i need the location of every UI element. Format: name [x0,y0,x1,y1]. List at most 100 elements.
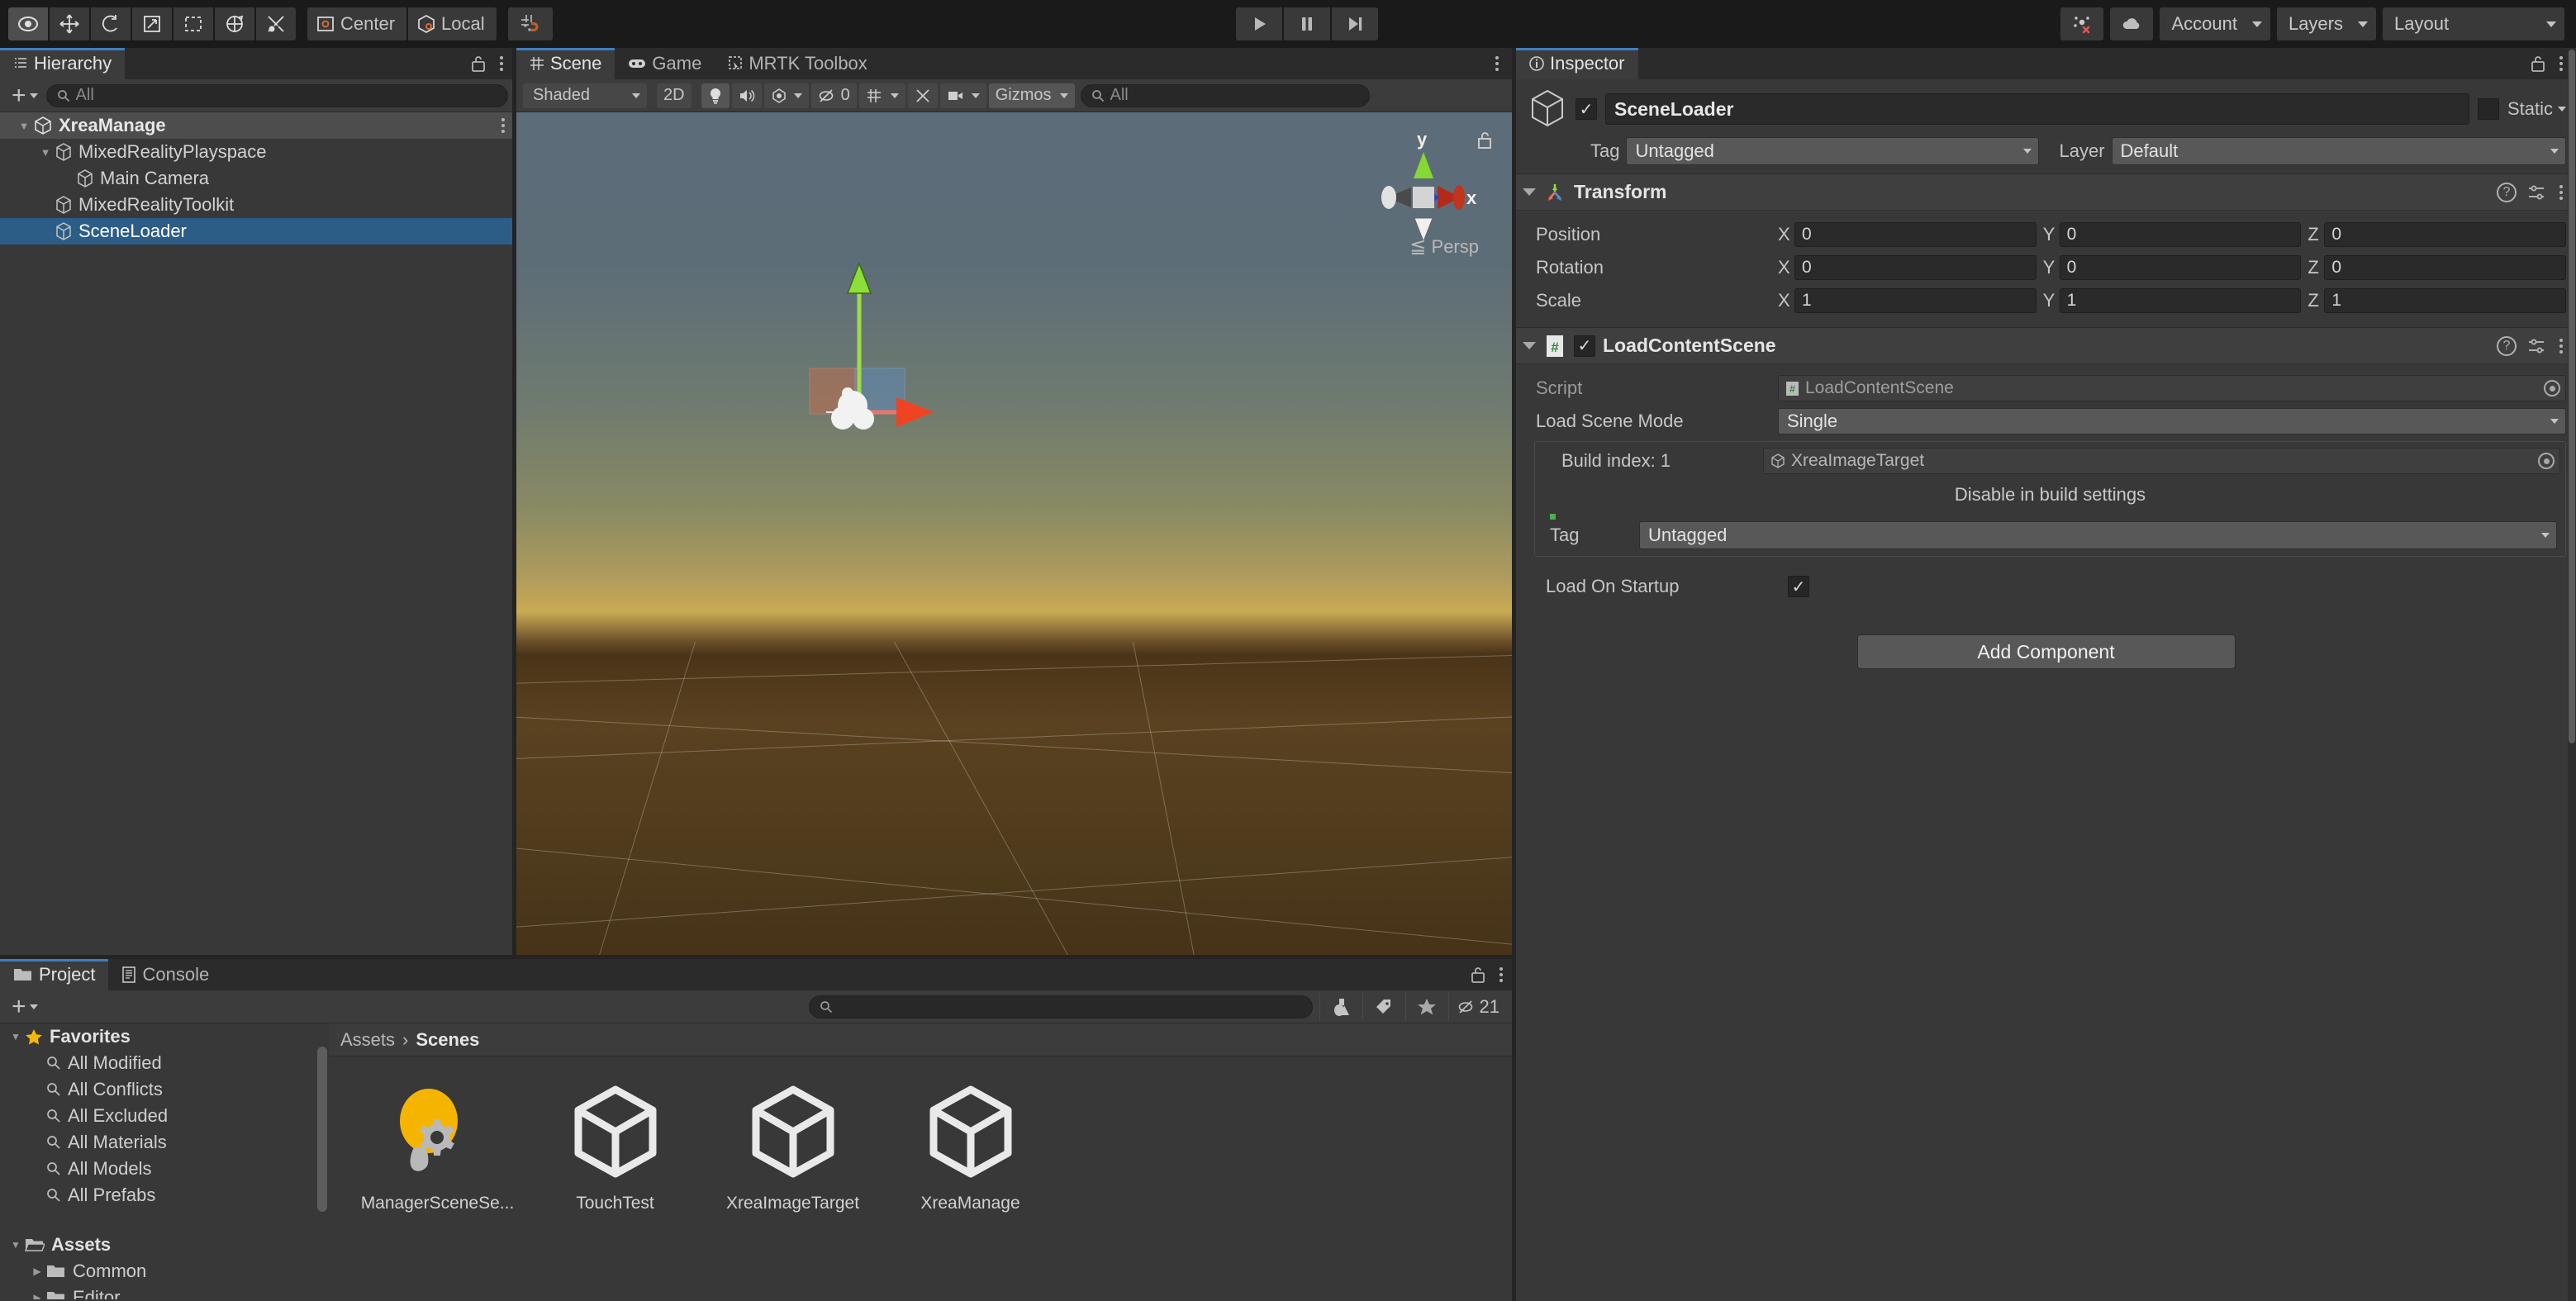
rect-tool-button[interactable] [173,7,213,40]
disable-in-build-banner[interactable]: Disable in build settings [1540,477,2560,514]
move-tool-button[interactable] [50,7,89,40]
chevron-down-icon[interactable] [1523,342,1536,349]
account-dropdown[interactable]: Account [2160,7,2270,40]
tab-hierarchy[interactable]: Hierarchy [0,48,126,79]
play-button[interactable] [1235,7,1282,40]
component-transform-header[interactable]: Transform ? [1516,174,2576,211]
hierarchy-item-xreamanage[interactable]: ▼ XreaManage [0,112,516,139]
load-on-startup-checkbox[interactable]: ✓ [1788,576,1809,597]
custom-tool-button[interactable] [256,7,296,40]
transform-rotation-y-input[interactable]: 0 [2059,255,2302,280]
row-menu-icon[interactable] [498,115,508,136]
tag-dropdown[interactable]: Untagged [1626,137,2040,165]
chevron-down-icon[interactable]: ▼ [7,1239,25,1251]
gameobject-name-field[interactable]: SceneLoader [1605,93,2469,125]
lock-icon[interactable] [470,55,487,73]
cloud-icon[interactable] [2110,7,2154,40]
hierarchy-item-sceneloader[interactable]: SceneLoader [0,218,516,245]
asset-item[interactable]: ManagerSceneSe... [349,1078,526,1213]
transform-rotation-x-input[interactable]: 0 [1794,255,2037,280]
component-enabled-checkbox[interactable]: ✓ [1574,335,1595,357]
gizmos-dropdown[interactable]: Gizmos [988,83,1075,108]
object-picker-icon[interactable] [2538,453,2555,469]
project-menu-icon[interactable] [1496,964,1506,985]
chevron-right-icon[interactable]: ▶ [28,1292,46,1299]
scene-camera-dropdown[interactable] [939,83,986,108]
scene-lock-icon[interactable] [1476,131,1494,150]
create-asset-button[interactable]: + [8,994,41,1019]
hierarchy-item-mixedrealitytoolkit[interactable]: MixedRealityToolkit [0,192,516,218]
step-button[interactable] [1331,7,1378,40]
draw-mode-dropdown[interactable]: Shaded [523,83,647,108]
build-scene-object-field[interactable]: XreaImageTarget [1763,448,2560,474]
inspector-scrollbar[interactable] [2568,48,2576,1301]
move-gizmo[interactable] [727,249,942,447]
chevron-down-icon[interactable]: ▼ [7,1031,25,1042]
component-menu-icon[interactable] [2556,182,2566,203]
gameobject-enabled-checkbox[interactable]: ✓ [1576,98,1597,120]
project-tree-item-all-excluded[interactable]: All Excluded [0,1103,329,1129]
inspector-menu-icon[interactable] [2556,53,2566,74]
transform-tool-button[interactable] [215,7,254,40]
project-tree-item-editor[interactable]: ▶ Editor [0,1284,329,1299]
layer-dropdown[interactable]: Default [2111,137,2566,165]
hidden-objects-toggle[interactable]: 0 [810,83,857,108]
chevron-right-icon[interactable]: ▶ [28,1265,46,1277]
object-picker-icon[interactable] [2544,380,2560,396]
project-tree-item-all-conflicts[interactable]: All Conflicts [0,1076,329,1103]
preset-icon[interactable] [2526,183,2546,202]
project-tree-item-common[interactable]: ▶ Common [0,1258,329,1284]
project-hidden-count[interactable]: 21 [1447,992,1508,1021]
breadcrumb-item-assets[interactable]: Assets [340,1029,395,1051]
tab-inspector[interactable]: Inspector [1516,48,1638,79]
rotate-tool-button[interactable] [91,7,131,40]
chevron-down-icon[interactable] [1523,188,1536,196]
scene-fx-dropdown[interactable] [763,83,809,108]
layers-dropdown[interactable]: Layers [2276,7,2376,40]
grid-snap-button[interactable] [507,7,553,40]
chevron-down-icon[interactable]: ▼ [15,120,33,132]
preset-icon[interactable] [2526,336,2546,356]
tab-project[interactable]: Project [0,959,109,990]
hierarchy-menu-icon[interactable] [497,53,506,74]
space-mode-button[interactable]: Local [408,7,497,40]
asset-item[interactable]: XreaManage [882,1078,1059,1213]
static-dropdown[interactable]: Static [2507,98,2566,120]
hierarchy-item-main-camera[interactable]: Main Camera [0,165,516,192]
component-menu-icon[interactable] [2556,335,2566,357]
help-icon[interactable]: ? [2497,335,2517,356]
toggle-2d-button[interactable]: 2D [657,83,692,108]
collab-icon[interactable] [2060,7,2104,40]
scene-project-divider[interactable] [0,955,1512,959]
breadcrumb-item-scenes[interactable]: Scenes [416,1029,479,1051]
chevron-down-icon[interactable]: ▼ [36,146,55,159]
filter-by-label-icon[interactable] [1362,992,1405,1021]
tab-game[interactable]: Game [615,48,715,79]
hand-tool-button[interactable] [8,7,48,40]
transform-position-y-input[interactable]: 0 [2059,222,2302,247]
pivot-mode-button[interactable]: Center [307,7,407,40]
static-checkbox[interactable] [2477,98,2499,120]
scene-viewport[interactable]: y x ≦ Persp [516,112,1512,959]
script-object-field[interactable]: # LoadContentScene [1778,375,2566,401]
scene-audio-toggle[interactable] [731,83,762,108]
transform-scale-x-input[interactable]: 1 [1794,288,2037,313]
project-tree-item-all-materials[interactable]: All Materials [0,1129,329,1156]
project-tree-scrollbar[interactable] [317,1030,327,1270]
tab-console[interactable]: Console [108,959,222,990]
scene-lighting-toggle[interactable] [701,83,730,108]
transform-position-z-input[interactable]: 0 [2324,222,2567,247]
scene-grid-dropdown[interactable] [858,83,905,108]
project-tree-item-favorites[interactable]: ▼ Favorites [0,1023,329,1050]
scene-search-input[interactable]: All [1080,83,1370,107]
nested-tag-dropdown[interactable]: Untagged [1639,521,2557,549]
scale-tool-button[interactable] [132,7,172,40]
lock-icon[interactable] [2530,55,2546,73]
scene-menu-icon[interactable] [1492,53,1502,74]
asset-item[interactable]: XreaImageTarget [704,1078,882,1213]
project-tree-item-all-modified[interactable]: All Modified [0,1050,329,1076]
project-tree-item-assets[interactable]: ▼ Assets [0,1232,329,1258]
help-icon[interactable]: ? [2497,182,2517,202]
hierarchy-search-input[interactable]: All [45,83,508,107]
transform-rotation-z-input[interactable]: 0 [2324,255,2567,280]
